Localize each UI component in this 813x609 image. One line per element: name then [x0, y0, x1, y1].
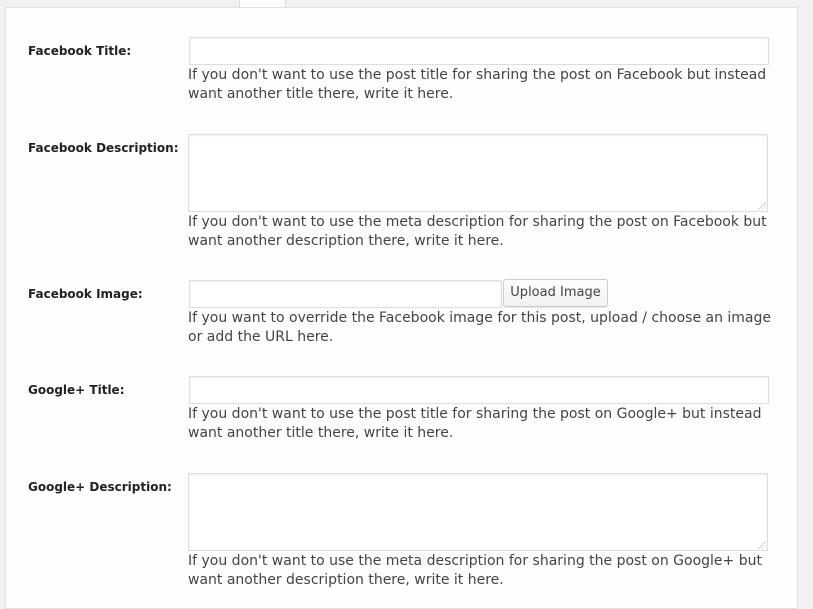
- facebook-title-input[interactable]: [189, 37, 769, 65]
- upload-image-button[interactable]: Upload Image: [503, 279, 608, 307]
- google-description-textarea[interactable]: [188, 473, 768, 551]
- google-title-help: If you don't want to use the post title …: [188, 406, 762, 441]
- facebook-image-help: If you want to override the Facebook ima…: [188, 310, 772, 345]
- tab-general[interactable]: [28, 0, 228, 4]
- facebook-description-label: Facebook Description:: [28, 141, 179, 155]
- facebook-image-url-input[interactable]: [189, 280, 502, 308]
- resize-grip-icon[interactable]: [758, 541, 766, 549]
- google-title-label: Google+ Title:: [28, 383, 125, 397]
- google-description-help: If you don't want to use the meta descri…: [188, 553, 762, 588]
- facebook-title-help: If you don't want to use the post title …: [188, 67, 767, 102]
- facebook-image-label: Facebook Image:: [28, 287, 143, 301]
- google-description-label: Google+ Description:: [28, 480, 172, 494]
- resize-grip-icon[interactable]: [758, 202, 766, 210]
- google-title-input[interactable]: [189, 376, 769, 404]
- facebook-title-label: Facebook Title:: [28, 44, 132, 58]
- facebook-description-help: If you don't want to use the meta descri…: [188, 214, 767, 249]
- facebook-description-textarea[interactable]: [188, 134, 768, 212]
